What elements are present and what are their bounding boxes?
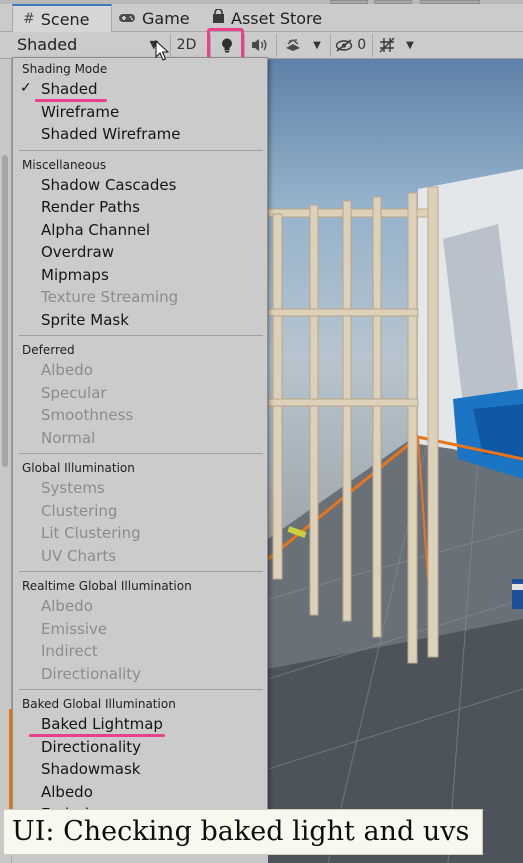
scene-toolbar: Shaded ▼ 2D ▼ 0 ▼: [0, 32, 523, 59]
menu-item: Indirect: [41, 642, 98, 660]
menu-section-header: Global Illumination: [22, 461, 135, 475]
menu-separator: [19, 571, 263, 572]
menu-item[interactable]: Alpha Channel: [41, 221, 150, 239]
menu-item: Albedo: [41, 597, 93, 615]
dropdown-arrow-icon: ▼: [406, 40, 414, 51]
window-control-button[interactable]: [420, 0, 480, 4]
scrollbar-handle[interactable]: [2, 155, 8, 467]
menu-item: Directionality: [41, 664, 142, 683]
editor-tab-bar: # Scene Game Asset Store: [0, 0, 523, 32]
menu-item[interactable]: Shaded Wireframe: [41, 125, 180, 143]
shading-mode-dropdown[interactable]: Shaded ▼: [12, 34, 164, 57]
menu-item: Smoothness: [41, 406, 134, 424]
menu-item: UV Charts: [41, 546, 117, 565]
tab-scene-label: Scene: [40, 9, 90, 29]
menu-item: Systems: [41, 479, 105, 497]
menu-item[interactable]: Render Paths: [41, 198, 140, 216]
menu-item: Albedo: [41, 361, 93, 379]
tab-scene[interactable]: # Scene: [12, 4, 112, 32]
effects-icon: [284, 37, 302, 53]
mouse-cursor-icon: [155, 40, 169, 61]
hidden-objects-count: 0: [357, 37, 367, 53]
menu-item[interactable]: Overdraw: [41, 243, 114, 261]
highlight-box: [207, 28, 244, 60]
dropdown-arrow-icon: ▼: [313, 40, 321, 51]
menu-separator: [19, 453, 263, 454]
menu-section-header: Shading Mode: [22, 62, 108, 76]
window-control-button[interactable]: [374, 0, 412, 4]
tab-game[interactable]: Game: [118, 4, 190, 32]
menu-item: Specular: [41, 383, 107, 402]
left-panel-edge: [0, 59, 12, 863]
gamepad-icon: [118, 9, 136, 28]
effects-toggle-button[interactable]: [276, 34, 308, 57]
menu-section-header: Miscellaneous: [22, 157, 107, 172]
menu-item[interactable]: Shadow Cascades: [41, 176, 176, 194]
menu-separator: [19, 689, 263, 690]
menu-item[interactable]: Shadowmask: [41, 760, 141, 778]
menu-separator: [19, 335, 263, 336]
window-control-button[interactable]: [330, 0, 368, 4]
menu-item: Texture Streaming: [41, 288, 179, 306]
menu-section-header: Deferred: [22, 343, 75, 357]
menu-item: Normal: [41, 428, 96, 447]
scene-render: [268, 169, 523, 863]
menu-item[interactable]: Albedo: [41, 783, 93, 801]
menu-separator: [19, 149, 263, 151]
grid-dropdown-arrow[interactable]: ▼: [400, 34, 420, 57]
2d-toggle-label: 2D: [176, 37, 197, 53]
menu-item[interactable]: Directionality: [41, 738, 141, 756]
menu-item: Emissive: [41, 619, 108, 638]
caption-banner: UI: Checking baked light and uvs: [3, 809, 483, 855]
audio-toggle-button[interactable]: [244, 34, 274, 57]
menu-item[interactable]: Wireframe: [41, 103, 119, 121]
tab-game-label: Game: [142, 8, 190, 28]
menu-item[interactable]: Baked Lightmap: [41, 715, 163, 733]
shopping-bag-icon: [212, 7, 225, 28]
effects-dropdown-arrow[interactable]: ▼: [308, 34, 326, 57]
hash-icon: #: [23, 11, 35, 27]
speaker-icon: [251, 37, 269, 53]
grid-toggle-button[interactable]: [372, 34, 400, 57]
eye-slash-icon: [335, 37, 357, 53]
tab-asset-store-label: Asset Store: [231, 8, 323, 28]
hidden-objects-toggle[interactable]: 0: [330, 34, 370, 57]
grid-icon: [379, 37, 395, 53]
menu-item: Lit Clustering: [41, 524, 141, 542]
menu-item[interactable]: Sprite Mask: [41, 311, 129, 329]
menu-section-header: Baked Global Illumination: [22, 697, 176, 711]
menu-section-header: Realtime Global Illumination: [22, 579, 192, 593]
menu-item[interactable]: Shaded: [41, 80, 98, 98]
2d-toggle-button[interactable]: 2D: [170, 34, 202, 57]
shading-mode-value: Shaded: [17, 35, 78, 54]
menu-item[interactable]: Mipmaps: [41, 266, 109, 284]
shading-mode-menu: Shading Mode Shaded ✓ Wireframe Shaded Wiref…: [12, 57, 268, 817]
checkmark-icon: ✓: [20, 80, 32, 96]
scene-viewport[interactable]: [268, 59, 523, 863]
menu-item: Clustering: [41, 501, 118, 520]
